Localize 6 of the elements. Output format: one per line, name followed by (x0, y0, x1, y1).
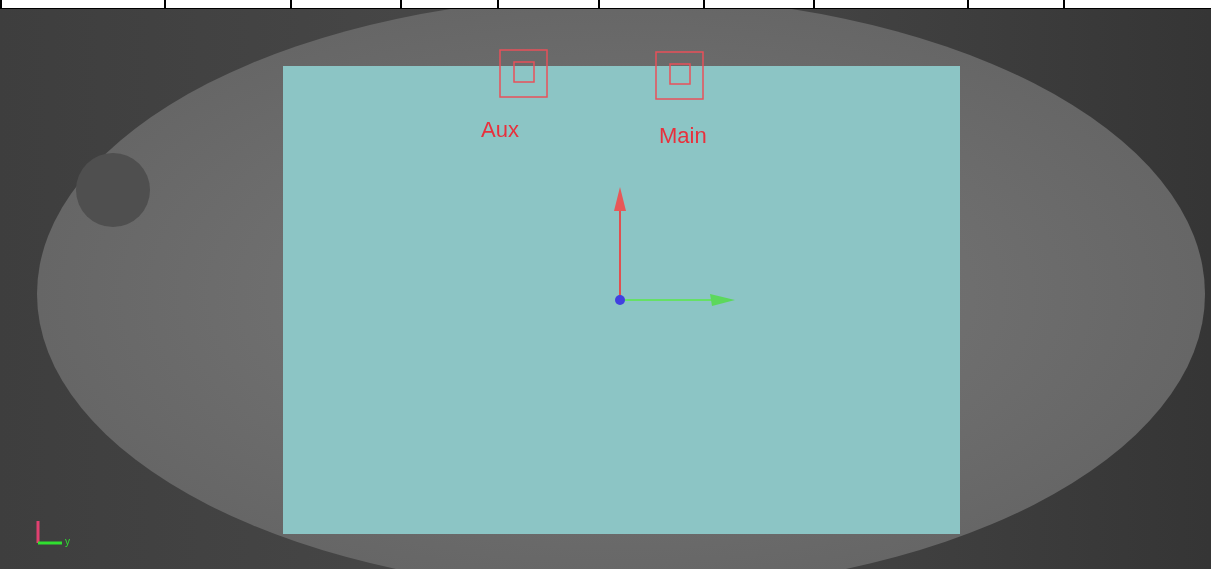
square-marker-icon[interactable] (499, 49, 548, 98)
transform-gizmo[interactable] (614, 187, 735, 306)
marker-label: Aux (481, 117, 519, 143)
axis-label: y (65, 537, 70, 547)
square-marker-icon[interactable] (655, 51, 704, 100)
marker-label: Main (659, 123, 707, 149)
